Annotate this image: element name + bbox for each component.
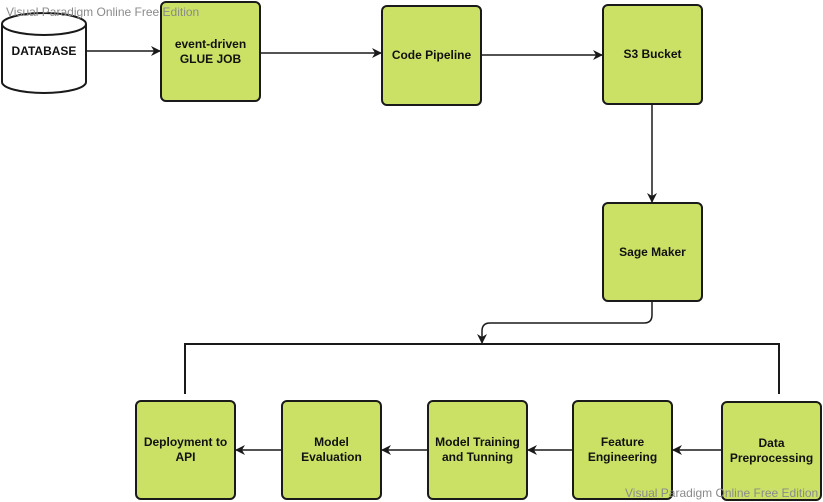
node-feature-engineering-label: Feature Engineering	[587, 435, 658, 464]
node-feature-engineering[interactable]: Feature Engineering	[572, 400, 673, 500]
edge-sagemaker-group	[477, 302, 653, 344]
watermark-bottom: Visual Paradigm Online Free Edition	[625, 486, 819, 500]
node-glue-job-label: event-driven GLUE JOB	[174, 36, 247, 66]
ml-group-bracket	[184, 343, 780, 394]
node-model-training[interactable]: Model Training and Tunning	[427, 400, 528, 500]
node-s3-bucket-label: S3 Bucket	[623, 47, 682, 61]
node-deployment-to-api-label: Deployment to API	[143, 435, 228, 464]
node-model-training-label: Model Training and Tunning	[435, 435, 520, 464]
node-sage-maker-label: Sage Maker	[619, 244, 686, 259]
database-label: DATABASE	[11, 44, 77, 58]
node-data-preprocessing-label: Data Preprocessing	[729, 436, 814, 465]
node-code-pipeline[interactable]: Code Pipeline	[381, 5, 482, 106]
watermark-top: Visual Paradigm Online Free Edition	[6, 5, 200, 19]
node-model-evaluation[interactable]: Model Evaluation	[281, 400, 382, 500]
node-model-evaluation-label: Model Evaluation	[301, 435, 362, 464]
node-s3-bucket[interactable]: S3 Bucket	[602, 4, 703, 105]
node-deployment-to-api[interactable]: Deployment to API	[135, 400, 236, 500]
node-code-pipeline-label: Code Pipeline	[391, 48, 472, 62]
node-sage-maker[interactable]: Sage Maker	[602, 202, 703, 302]
